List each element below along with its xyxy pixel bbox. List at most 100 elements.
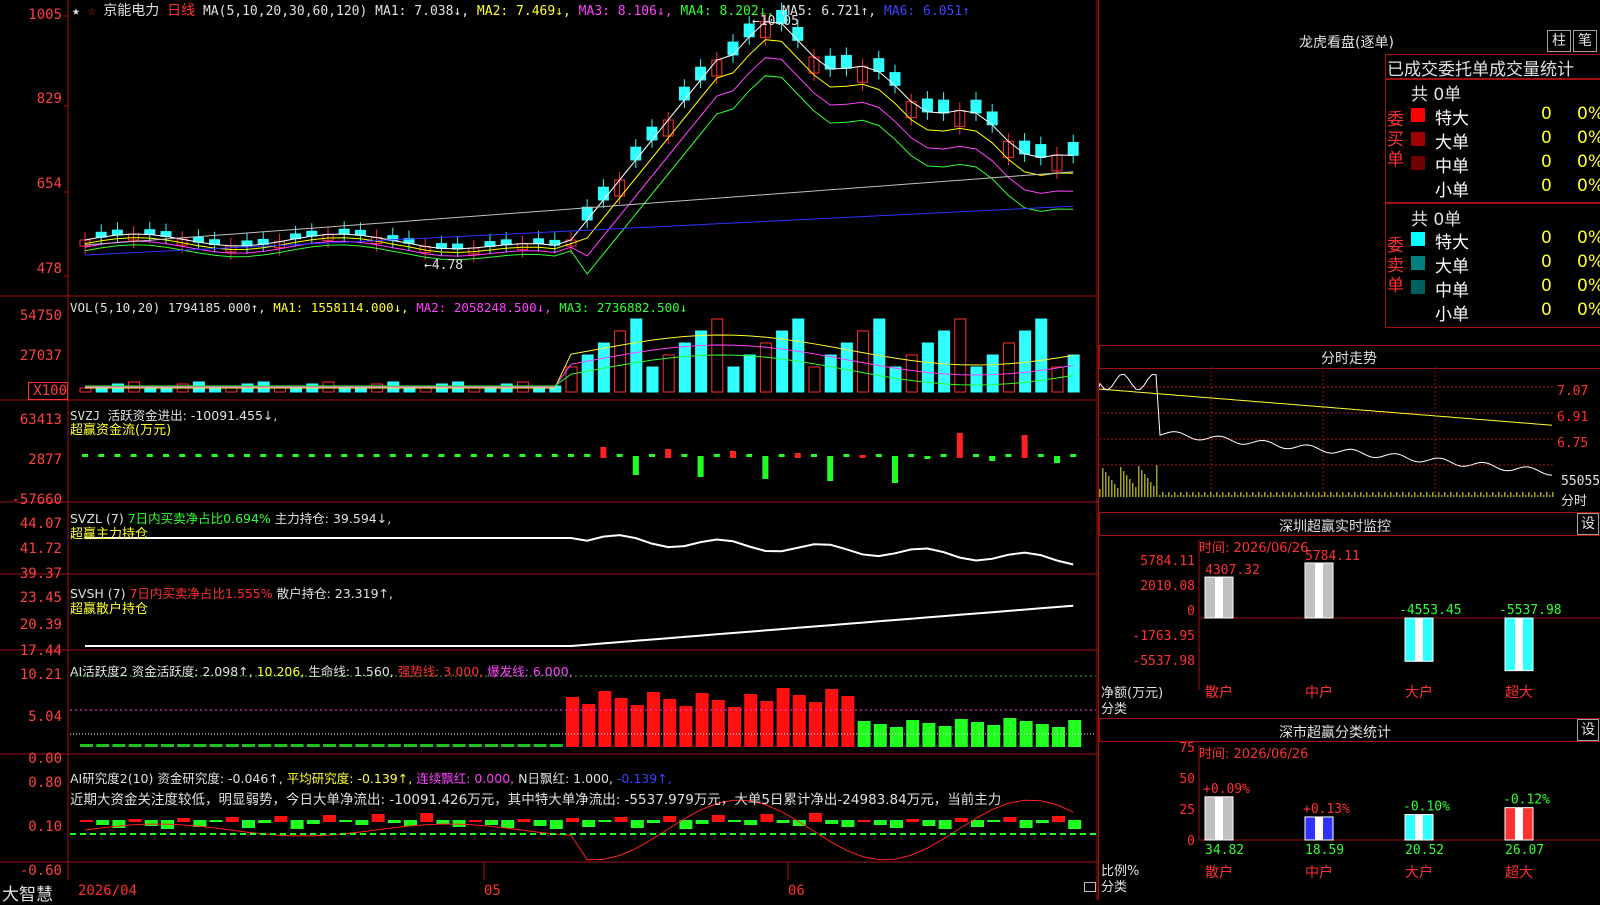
favorite-star-icon[interactable]: ★ xyxy=(72,4,80,19)
favorite-star-outline-icon[interactable]: ☆ xyxy=(88,4,96,19)
intraday-chart[interactable] xyxy=(1099,367,1600,527)
intraday-vol-bar xyxy=(1114,484,1116,497)
intraday-vol-bar xyxy=(1375,495,1377,497)
research-bar xyxy=(290,820,304,829)
intraday-vol-bar xyxy=(1357,495,1359,497)
activity-bar xyxy=(177,744,191,747)
lhb-sell-row-count: 0 xyxy=(1541,252,1552,272)
vol-value: 1794185.000↑, xyxy=(167,300,266,315)
intraday-vol-bar xyxy=(1552,492,1554,497)
activity-bar xyxy=(890,727,903,747)
flow-bar xyxy=(114,454,121,457)
activity-bar xyxy=(80,744,93,747)
intraday-vol-bar xyxy=(1288,492,1290,497)
flow-bar xyxy=(730,451,736,458)
candle-body xyxy=(824,55,836,70)
research-bar xyxy=(387,820,401,823)
stats-bar-highlight xyxy=(1315,816,1323,840)
research-bar xyxy=(679,820,693,829)
flow-bar xyxy=(665,449,672,458)
candle-body xyxy=(873,58,885,72)
candle-body xyxy=(111,229,123,236)
volume-bar xyxy=(144,387,157,393)
intraday-vol-bar xyxy=(1117,488,1119,497)
intraday-vol-bar xyxy=(1237,495,1239,497)
intraday-vol-bar xyxy=(1156,465,1158,497)
research-bar xyxy=(566,818,579,822)
activity-bar xyxy=(209,744,223,747)
sz-stats-settings-button[interactable]: 设 xyxy=(1577,719,1599,741)
intraday-vol-bar xyxy=(1177,495,1179,497)
ai-active-axis-tick: 5.04 xyxy=(28,709,62,725)
activity-bar xyxy=(371,744,385,747)
intraday-vol-bar xyxy=(1165,495,1167,497)
period-label[interactable]: 日线 xyxy=(167,3,195,19)
intraday-vol-bar xyxy=(1528,492,1530,497)
intraday-vol-bar xyxy=(1180,492,1182,497)
intraday-title: 分时走势 xyxy=(1321,351,1377,367)
lhb-sell-row-name: 大单 xyxy=(1435,257,1469,277)
lhb-sell-row-pct: 0% xyxy=(1577,252,1600,272)
intraday-vol-bar xyxy=(1489,495,1491,497)
lhb-sell-row-name: 中单 xyxy=(1435,281,1469,301)
lhb-buy-total: 共 0单 xyxy=(1411,85,1462,105)
candle-body xyxy=(338,228,350,235)
intraday-vol-bar xyxy=(1471,495,1473,497)
research-bar xyxy=(323,815,336,822)
flow-bar xyxy=(762,456,769,479)
vol-unit-badge[interactable]: X100 xyxy=(28,382,68,400)
volume-bar xyxy=(678,342,691,393)
lhb-sell-label: 委卖单 xyxy=(1387,236,1404,296)
ai-research-axis-tick: 0.10 xyxy=(28,819,62,835)
intraday-vol-bar xyxy=(1153,486,1155,497)
lhb-sell-row-name: 小单 xyxy=(1435,305,1469,325)
main-chart-panel[interactable]: ★ ☆ 京能电力 日线 MA(5,10,20,30,60,120) MA1: 7… xyxy=(0,0,1098,905)
intraday-vol-bar xyxy=(1540,492,1542,497)
candle-body xyxy=(581,206,593,221)
stats-bar-value: 34.82 xyxy=(1205,843,1244,858)
svzj-axis-tick: -57660 xyxy=(11,492,62,508)
activity-bar xyxy=(582,704,596,747)
intraday-vol-bar xyxy=(1111,480,1113,497)
flow-bar xyxy=(438,454,445,457)
price-axis-tick: 654 xyxy=(36,176,62,192)
volume-bar xyxy=(646,366,659,393)
intraday-vol-bar xyxy=(1342,492,1344,497)
high-price-label: ←10.05 xyxy=(752,14,799,29)
intraday-vol-bar xyxy=(1279,495,1281,497)
intraday-vol-bar xyxy=(1348,492,1350,497)
svzl-axis-tick: 41.72 xyxy=(19,541,62,557)
sz-monitor-settings-button[interactable]: 设 xyxy=(1577,513,1599,535)
flow-bar xyxy=(1070,454,1077,457)
flow-bar xyxy=(389,454,396,457)
lock-icon[interactable] xyxy=(1084,882,1096,892)
research-bar xyxy=(614,817,628,822)
intraday-vol-bar xyxy=(1258,492,1260,497)
lhb-bar-button[interactable]: 柱 xyxy=(1547,30,1571,52)
stats-bar-delta: +0.13% xyxy=(1303,802,1350,817)
lhb-sell-row-pct: 0% xyxy=(1577,228,1600,248)
flow-bar xyxy=(519,454,526,457)
intraday-vol-bar xyxy=(1534,492,1536,497)
research-bar xyxy=(873,820,887,825)
activity-bar xyxy=(161,744,174,747)
research-bar xyxy=(1035,820,1049,823)
research-bar xyxy=(711,815,725,822)
lhb-sell-row-pct: 0% xyxy=(1577,300,1600,320)
research-bar xyxy=(598,820,612,822)
intraday-vol-bar xyxy=(1537,495,1539,497)
lhb-sell-row-count: 0 xyxy=(1541,276,1552,296)
flow-bar xyxy=(827,456,834,481)
price-axis-tick: 478 xyxy=(36,261,62,277)
intraday-vol-bar xyxy=(1312,492,1314,497)
research-bar xyxy=(80,820,93,822)
activity-bar xyxy=(468,744,482,747)
intraday-vol-bar xyxy=(1447,495,1449,497)
lhb-tick-button[interactable]: 笔 xyxy=(1573,30,1597,52)
activity-bar xyxy=(792,695,806,747)
volume-bar xyxy=(970,366,983,393)
intraday-vol-bar xyxy=(1225,495,1227,497)
date-axis-tick: 05 xyxy=(484,883,501,899)
volume-bar xyxy=(695,330,708,393)
ai-active-axis-tick: 10.21 xyxy=(19,667,62,683)
